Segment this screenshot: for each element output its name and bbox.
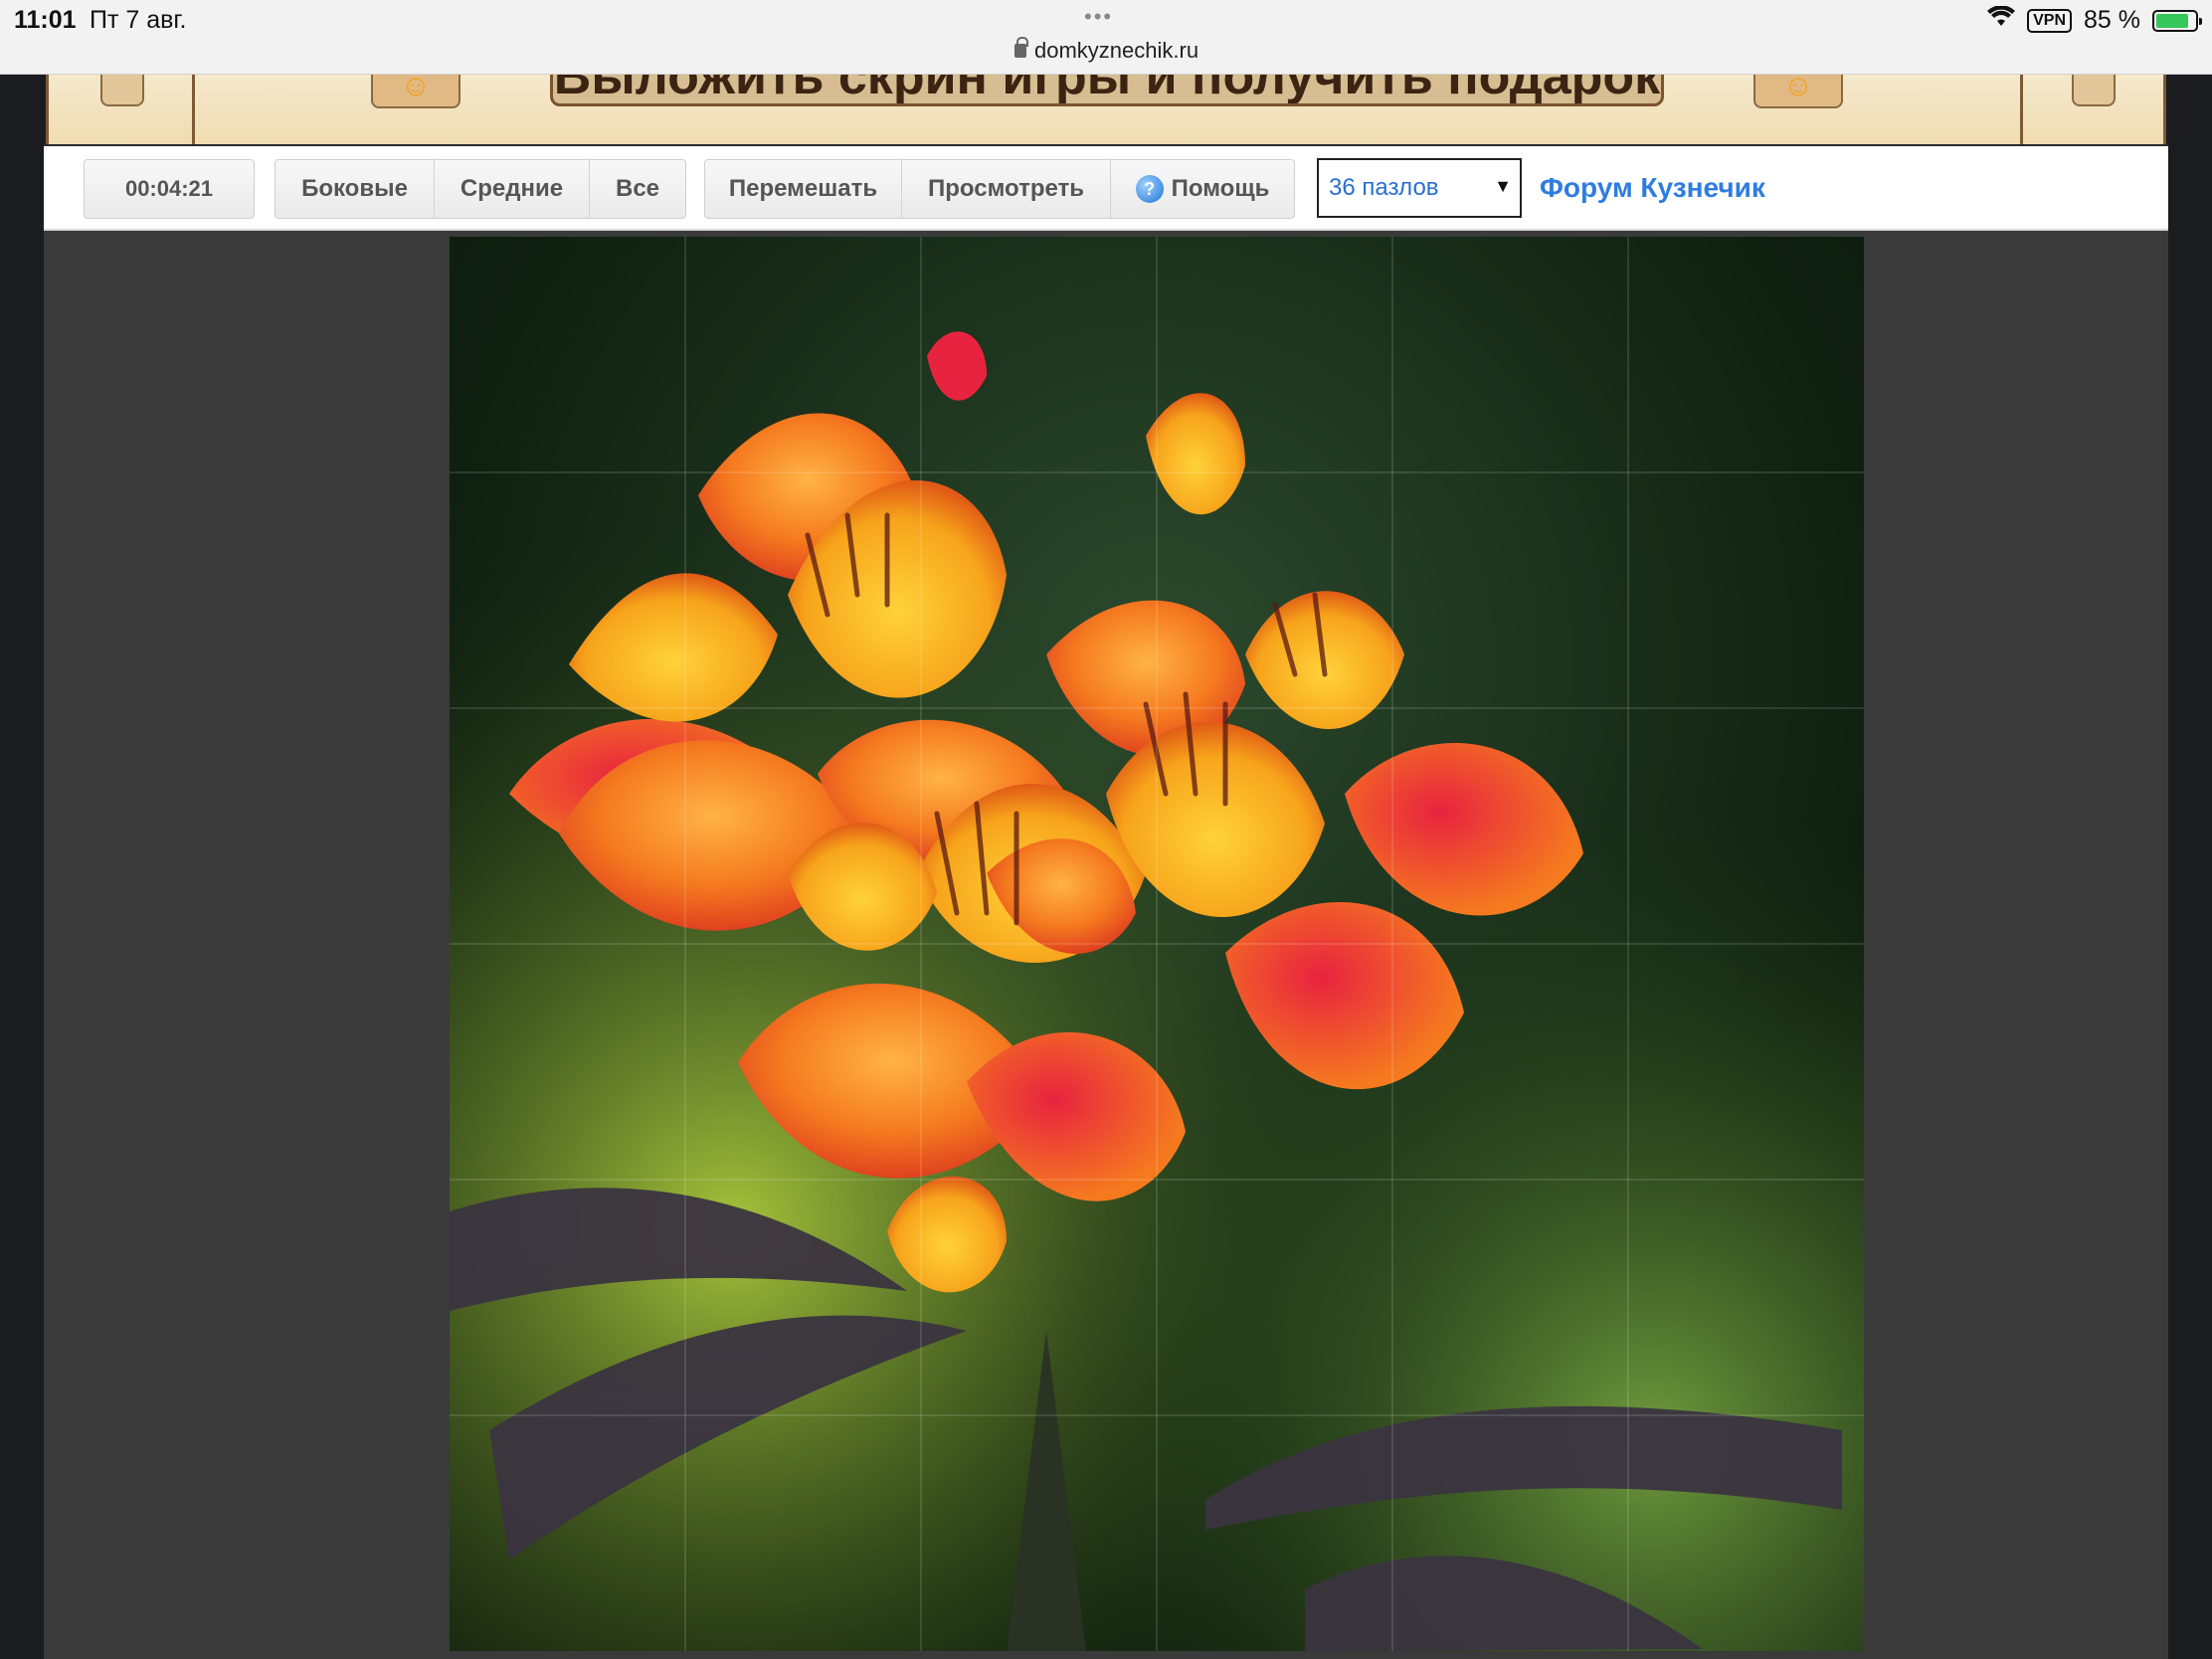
edge-pieces-button[interactable]: Боковые	[276, 160, 435, 218]
middle-pieces-button[interactable]: Средние	[435, 160, 590, 218]
banner-ornament	[100, 75, 144, 106]
puzzle-toolbar: 00:04:21 Боковые Средние Все Перемешать …	[44, 144, 2168, 231]
puzzle-play-area	[44, 231, 2168, 1659]
tab-menu-dots-icon[interactable]: •••	[1084, 4, 1113, 30]
vpn-badge: VPN	[2027, 8, 2073, 33]
forum-link[interactable]: Форум Кузнечик	[1540, 172, 1765, 204]
battery-percent: 85 %	[2084, 6, 2140, 34]
banner-divider	[2020, 75, 2023, 144]
timer: 00:04:21	[84, 159, 255, 219]
date: Пт 7 авг.	[90, 6, 187, 34]
all-pieces-button[interactable]: Все	[590, 160, 685, 218]
browser-status-bar: 11:01 Пт 7 авг. ••• domkyznechik.ru VPN …	[0, 0, 2212, 75]
puzzle-board[interactable]	[450, 237, 1864, 1651]
banner-divider	[192, 75, 195, 144]
help-button[interactable]: ? Помощь	[1111, 160, 1294, 218]
pieces-count-value: 36 пазлов	[1329, 174, 1439, 201]
dropdown-arrow-icon: ▼	[1494, 176, 1512, 196]
preview-button[interactable]: Просмотреть	[902, 160, 1111, 218]
lock-icon	[1014, 37, 1028, 58]
battery-icon	[2152, 9, 2202, 32]
banner-emoji-icon: ☺	[371, 75, 461, 108]
shuffle-button[interactable]: Перемешать	[705, 160, 902, 218]
wifi-icon	[1987, 5, 2016, 35]
help-button-label: Помощь	[1171, 175, 1270, 202]
puzzle-actions-group: Перемешать Просмотреть ? Помощь	[704, 159, 1295, 219]
site-banner: ☺ Выложить скрин игры и получить подарок…	[46, 75, 2166, 144]
help-icon: ?	[1135, 175, 1164, 203]
clock: 11:01	[14, 6, 77, 34]
address-bar[interactable]: domkyznechik.ru	[1014, 37, 1199, 64]
banner-ornament	[2072, 75, 2116, 106]
url-text: domkyznechik.ru	[1034, 38, 1199, 63]
pieces-count-select[interactable]: 36 пазлов ▼	[1317, 158, 1522, 218]
status-indicators: VPN 85 %	[1987, 5, 2202, 35]
banner-promo-button[interactable]: Выложить скрин игры и получить подарок	[550, 75, 1664, 106]
banner-emoji-icon: ☺	[1753, 75, 1843, 108]
puzzle-image	[450, 237, 1864, 1651]
piece-filter-group: Боковые Средние Все	[275, 159, 686, 219]
